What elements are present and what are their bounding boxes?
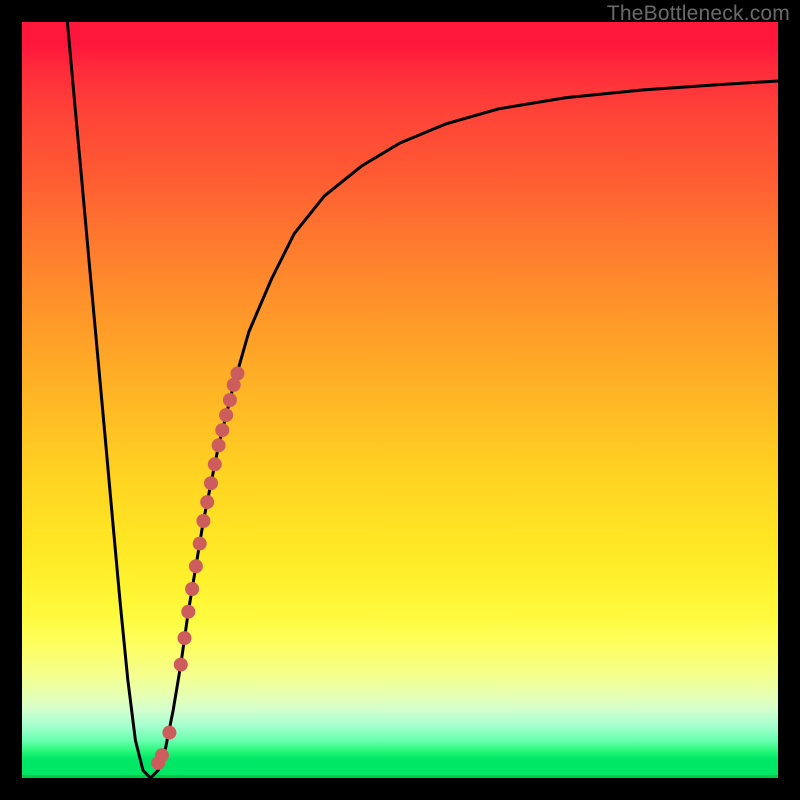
highlight-marker (219, 408, 233, 422)
highlight-marker (208, 457, 222, 471)
chart-svg (22, 22, 778, 778)
watermark-text: TheBottleneck.com (607, 2, 790, 26)
highlight-marker (204, 476, 218, 490)
highlight-marker (185, 582, 199, 596)
highlight-marker (196, 514, 210, 528)
highlight-marker (200, 495, 214, 509)
highlight-marker (155, 748, 169, 762)
highlight-marker (223, 393, 237, 407)
highlight-marker (181, 605, 195, 619)
highlight-markers (151, 367, 244, 770)
highlight-marker (174, 658, 188, 672)
outer-frame: TheBottleneck.com (0, 0, 800, 800)
highlight-marker (215, 423, 229, 437)
highlight-marker (178, 631, 192, 645)
highlight-marker (212, 438, 226, 452)
highlight-marker (189, 559, 203, 573)
highlight-marker (193, 537, 207, 551)
highlight-marker (162, 726, 176, 740)
highlight-marker (231, 367, 245, 381)
